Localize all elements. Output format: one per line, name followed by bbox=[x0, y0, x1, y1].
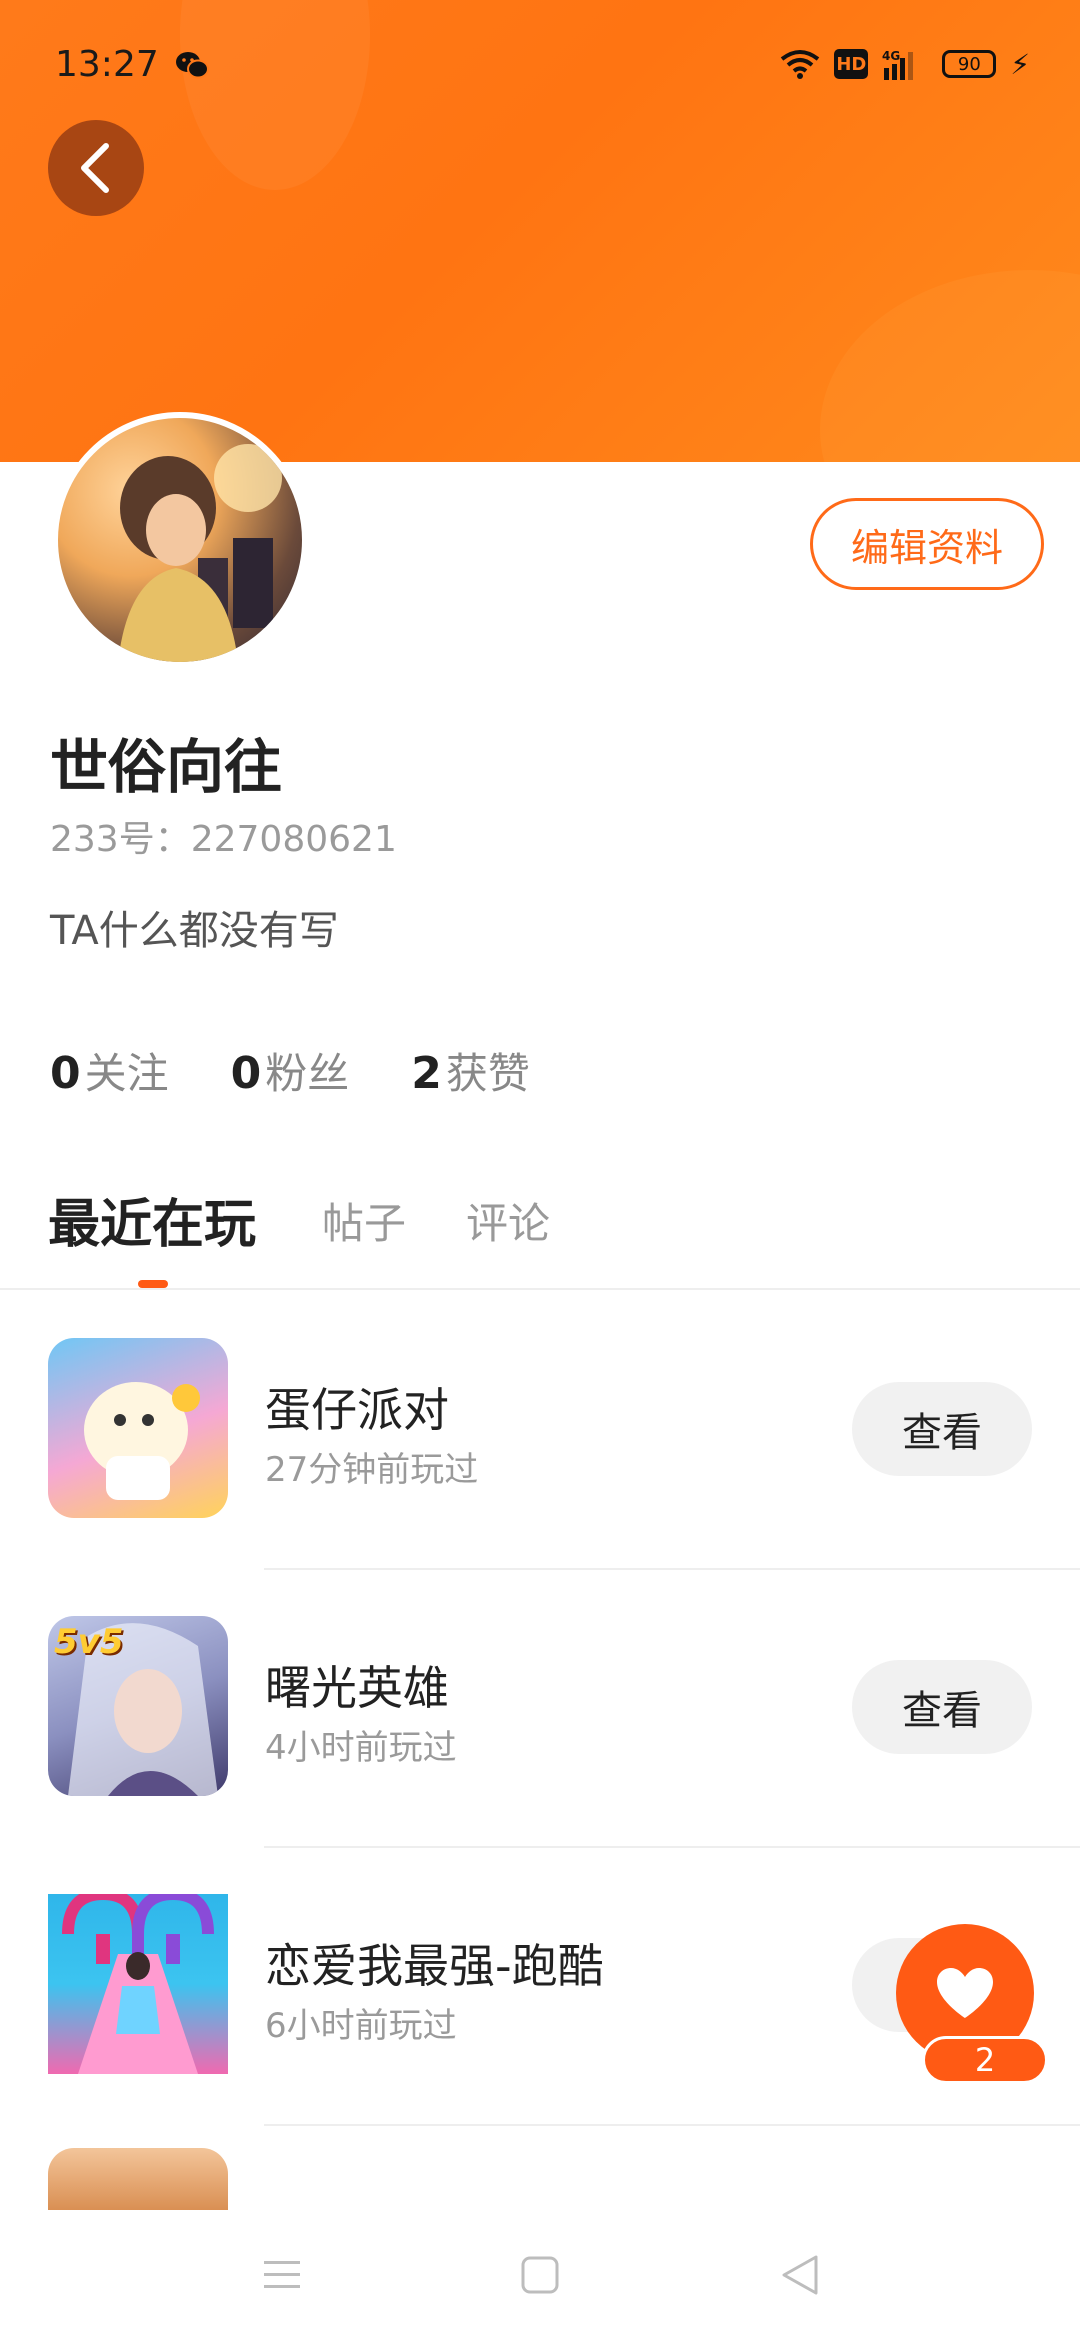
game-name: 蛋仔派对 bbox=[265, 1383, 449, 1437]
heart-icon bbox=[937, 1968, 993, 2018]
like-count-badge: 2 bbox=[922, 2036, 1048, 2084]
tab-recent-games[interactable]: 最近在玩 bbox=[48, 1182, 256, 1257]
game-badge: 5v5 bbox=[54, 1622, 124, 1662]
profile-tabs: 最近在玩 帖子 评论 bbox=[0, 1180, 1080, 1290]
charging-icon: ⚡ bbox=[1010, 47, 1030, 81]
svg-text:4G: 4G bbox=[882, 49, 900, 63]
banner-decoration bbox=[820, 270, 1080, 462]
home-square-icon bbox=[521, 2256, 559, 2294]
stat-value: 0 bbox=[50, 1048, 81, 1099]
username: 世俗向往 bbox=[50, 733, 283, 801]
game-artwork bbox=[84, 1382, 200, 1500]
stat-likes[interactable]: 2 获赞 bbox=[411, 1040, 530, 1101]
tab-comments[interactable]: 评论 bbox=[466, 1190, 550, 1251]
game-last-played: 4小时前玩过 bbox=[265, 1728, 457, 1768]
list-item[interactable] bbox=[0, 2126, 1080, 2216]
avatar[interactable] bbox=[52, 412, 308, 668]
wifi-icon bbox=[781, 50, 820, 79]
battery-icon: 90 bbox=[942, 50, 997, 78]
avatar-image bbox=[118, 444, 282, 662]
wechat-icon bbox=[176, 52, 209, 79]
status-time: 13:27 bbox=[55, 44, 159, 85]
tab-posts[interactable]: 帖子 bbox=[322, 1190, 406, 1251]
back-triangle-icon bbox=[782, 2255, 818, 2295]
list-item[interactable]: 5v5 曙光英雄 4小时前玩过 查看 bbox=[0, 1570, 1080, 1848]
game-last-played: 6小时前玩过 bbox=[265, 2006, 457, 2046]
game-icon-eggy-party bbox=[48, 1338, 228, 1518]
system-nav-bar bbox=[0, 2210, 1080, 2340]
status-bar: 13:27 HD 4G 90 ⚡ bbox=[0, 0, 1080, 130]
back-nav-button[interactable] bbox=[770, 2250, 830, 2300]
tab-indicator bbox=[138, 1280, 168, 1288]
game-name: 曙光英雄 bbox=[265, 1661, 449, 1715]
chevron-left-icon bbox=[81, 143, 109, 193]
home-nav-button[interactable] bbox=[510, 2250, 570, 2300]
list-item[interactable]: 蛋仔派对 27分钟前玩过 查看 bbox=[0, 1292, 1080, 1570]
menu-nav-button[interactable] bbox=[252, 2250, 312, 2300]
menu-icon bbox=[264, 2261, 300, 2288]
back-button[interactable] bbox=[48, 120, 144, 216]
cellular-signal-icon: 4G bbox=[882, 49, 914, 80]
game-icon-love-parkour bbox=[48, 1894, 228, 2074]
user-id: 233号：227080621 bbox=[50, 819, 397, 860]
status-icons: HD 4G 90 ⚡ bbox=[780, 46, 1030, 82]
game-name: 恋爱我最强-跑酷 bbox=[265, 1939, 604, 1993]
game-last-played: 27分钟前玩过 bbox=[265, 1450, 479, 1490]
stat-value: 2 bbox=[411, 1048, 442, 1099]
edit-profile-button[interactable]: 编辑资料 bbox=[810, 498, 1044, 590]
game-icon-dawn-heroes: 5v5 bbox=[48, 1616, 228, 1796]
view-game-button[interactable]: 查看 bbox=[852, 1660, 1032, 1754]
game-artwork bbox=[62, 1894, 214, 2074]
stat-label: 粉丝 bbox=[265, 1049, 350, 1098]
stat-value: 0 bbox=[230, 1048, 262, 1099]
user-bio: TA什么都没有写 bbox=[50, 908, 339, 954]
stat-following[interactable]: 0 关注 bbox=[50, 1040, 169, 1101]
stat-label: 获赞 bbox=[445, 1049, 530, 1098]
stat-label: 关注 bbox=[84, 1049, 169, 1098]
profile-stats: 0 关注 0 粉丝 2 获赞 bbox=[50, 1040, 530, 1101]
hd-icon: HD bbox=[834, 49, 869, 79]
recent-games-list: 蛋仔派对 27分钟前玩过 查看 5v5 曙光英雄 4小时前玩过 查看 恋爱我最强… bbox=[0, 1292, 1080, 2216]
view-game-button[interactable]: 查看 bbox=[852, 1382, 1032, 1476]
game-icon bbox=[48, 2148, 228, 2216]
stat-followers[interactable]: 0 粉丝 bbox=[231, 1040, 350, 1101]
profile-banner: 13:27 HD 4G 90 ⚡ bbox=[0, 0, 1080, 462]
